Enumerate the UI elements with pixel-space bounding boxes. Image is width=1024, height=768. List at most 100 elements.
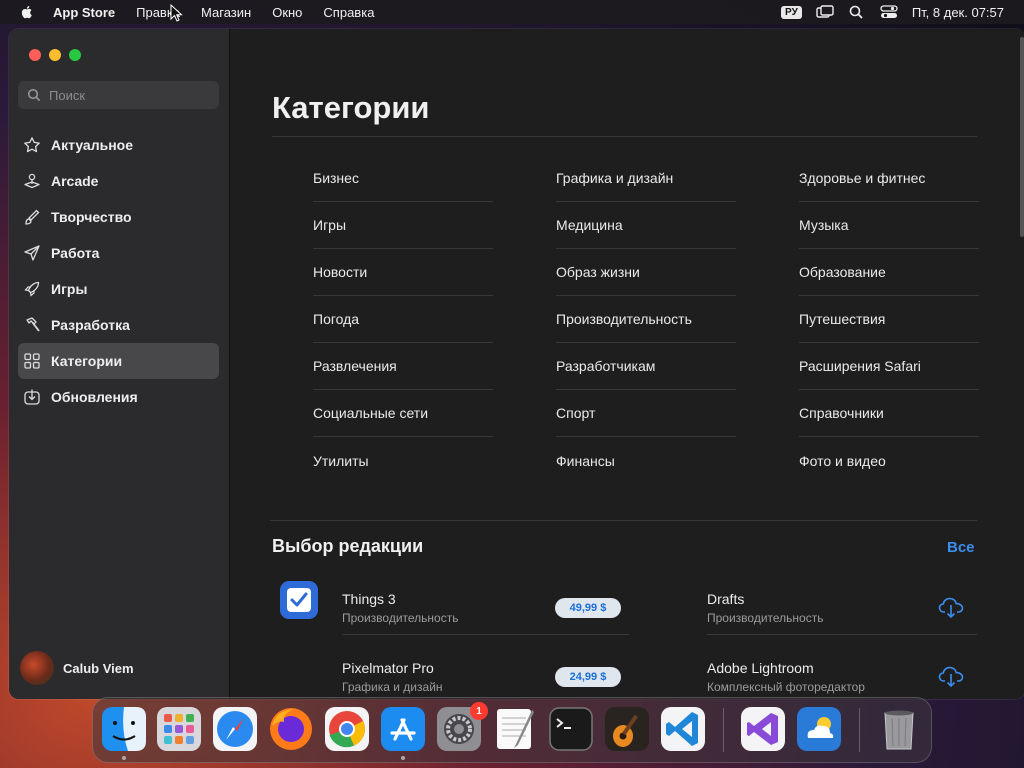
search-field[interactable] xyxy=(18,81,219,109)
category-link[interactable]: Путешествия xyxy=(799,296,979,343)
spotlight-search-icon[interactable] xyxy=(848,5,866,19)
sidebar-item-updates[interactable]: Обновления xyxy=(18,379,219,415)
sidebar-item-categories[interactable]: Категории xyxy=(18,343,219,379)
sidebar: Актуальное Arcade Творчество Работа xyxy=(9,29,230,699)
category-link[interactable]: Графика и дизайн xyxy=(556,155,736,202)
category-link[interactable]: Расширения Safari xyxy=(799,343,979,390)
app-card-lightroom[interactable]: Adobe Lightroom Комплексный фоторедактор xyxy=(644,648,984,699)
paper-plane-icon xyxy=(23,244,41,262)
divider xyxy=(707,634,977,635)
app-card-pixelmator[interactable]: Pixelmator Pro Графика и дизайн 24,99 $ xyxy=(280,648,640,699)
sidebar-item-arcade[interactable]: Arcade xyxy=(18,163,219,199)
sidebar-item-label: Творчество xyxy=(51,209,132,225)
menu-app-name[interactable]: App Store xyxy=(53,5,115,20)
sidebar-item-label: Разработка xyxy=(51,317,130,333)
account-button[interactable]: Calub Viem xyxy=(20,651,134,685)
app-name: Pixelmator Pro xyxy=(342,660,434,676)
window-controls xyxy=(29,49,81,61)
hammer-icon xyxy=(23,316,41,334)
trash-icon[interactable] xyxy=(876,706,922,752)
system-settings-app[interactable]: 1 xyxy=(436,702,488,752)
app-name: Drafts xyxy=(707,591,745,607)
close-window-button[interactable] xyxy=(29,49,41,61)
price-button[interactable]: 24,99 $ xyxy=(555,667,621,687)
running-indicator xyxy=(401,756,405,760)
launchpad-icon[interactable] xyxy=(156,706,202,752)
firefox-icon[interactable] xyxy=(268,706,314,752)
sidebar-item-create[interactable]: Творчество xyxy=(18,199,219,235)
sidebar-item-discover[interactable]: Актуальное xyxy=(18,127,219,163)
category-column-3: Здоровье и фитнес Музыка Образование Пут… xyxy=(799,155,979,484)
sidebar-nav: Актуальное Arcade Творчество Работа Игры… xyxy=(18,127,219,415)
textedit-icon[interactable] xyxy=(492,706,538,752)
cloud-download-icon[interactable] xyxy=(938,595,964,619)
app-name: Things 3 xyxy=(342,591,396,607)
chrome-icon[interactable] xyxy=(324,706,370,752)
category-link[interactable]: Производительность xyxy=(556,296,736,343)
price-button[interactable]: 49,99 $ xyxy=(555,598,621,618)
garageband-icon[interactable] xyxy=(604,706,650,752)
sidebar-item-label: Работа xyxy=(51,245,100,261)
divider xyxy=(270,520,977,521)
apple-icon[interactable] xyxy=(19,4,35,20)
dock-separator xyxy=(859,708,860,752)
category-link[interactable]: Здоровье и фитнес xyxy=(799,155,979,202)
terminal-icon[interactable] xyxy=(548,706,594,752)
visual-studio-icon[interactable] xyxy=(740,706,786,752)
vscode-icon[interactable] xyxy=(660,706,706,752)
minimize-window-button[interactable] xyxy=(49,49,61,61)
category-link[interactable]: Образование xyxy=(799,249,979,296)
menu-window[interactable]: Окно xyxy=(272,5,302,20)
divider xyxy=(272,136,977,137)
screen-mirroring-icon[interactable] xyxy=(816,5,834,19)
running-indicator xyxy=(122,756,126,760)
control-center-icon[interactable] xyxy=(880,5,898,19)
things-app-icon xyxy=(280,581,318,619)
main-content: Категории Бизнес Игры Новости Погода Раз… xyxy=(230,29,1024,699)
brush-icon xyxy=(23,208,41,226)
category-link[interactable]: Развлечения xyxy=(313,343,493,390)
safari-icon[interactable] xyxy=(212,706,258,752)
page-title: Категории xyxy=(272,90,430,125)
category-link[interactable]: Фото и видео xyxy=(799,437,979,484)
sidebar-item-develop[interactable]: Разработка xyxy=(18,307,219,343)
download-icon xyxy=(23,388,41,406)
see-all-link[interactable]: Все xyxy=(947,539,975,556)
category-link[interactable]: Разработчикам xyxy=(556,343,736,390)
joystick-icon xyxy=(23,172,41,190)
finder-icon[interactable] xyxy=(101,706,147,752)
menu-store[interactable]: Магазин xyxy=(201,5,251,20)
search-input[interactable] xyxy=(49,87,209,103)
menubar-clock[interactable]: Пт, 8 дек. 07:57 xyxy=(912,5,1004,20)
category-link[interactable]: Погода xyxy=(313,296,493,343)
category-link[interactable]: Игры xyxy=(313,202,493,249)
app-category: Комплексный фоторедактор xyxy=(707,680,865,694)
category-link[interactable]: Спорт xyxy=(556,390,736,437)
category-column-1: Бизнес Игры Новости Погода Развлечения С… xyxy=(313,155,493,484)
category-link[interactable]: Музыка xyxy=(799,202,979,249)
category-link[interactable]: Бизнес xyxy=(313,155,493,202)
category-link[interactable]: Медицина xyxy=(556,202,736,249)
sidebar-item-label: Arcade xyxy=(51,173,99,189)
notification-badge: 1 xyxy=(470,702,488,720)
category-link[interactable]: Финансы xyxy=(556,437,736,484)
category-link[interactable]: Социальные сети xyxy=(313,390,493,437)
category-link[interactable]: Новости xyxy=(313,249,493,296)
category-link[interactable]: Образ жизни xyxy=(556,249,736,296)
sidebar-item-work[interactable]: Работа xyxy=(18,235,219,271)
zoom-window-button[interactable] xyxy=(69,49,81,61)
app-card-things[interactable]: Things 3 Производительность 49,99 $ xyxy=(280,579,640,637)
sidebar-item-games[interactable]: Игры xyxy=(18,271,219,307)
app-card-drafts[interactable]: Drafts Производительность xyxy=(644,579,984,637)
divider xyxy=(342,634,629,635)
scrollbar[interactable] xyxy=(1020,37,1024,237)
menu-help[interactable]: Справка xyxy=(323,5,374,20)
input-source-badge[interactable]: РУ xyxy=(781,5,802,19)
app-store-icon[interactable] xyxy=(380,706,426,752)
weather-icon[interactable] xyxy=(796,706,842,752)
sidebar-item-label: Актуальное xyxy=(51,137,134,153)
search-icon xyxy=(27,88,41,102)
category-link[interactable]: Утилиты xyxy=(313,437,493,484)
cloud-download-icon[interactable] xyxy=(938,664,964,688)
category-link[interactable]: Справочники xyxy=(799,390,979,437)
